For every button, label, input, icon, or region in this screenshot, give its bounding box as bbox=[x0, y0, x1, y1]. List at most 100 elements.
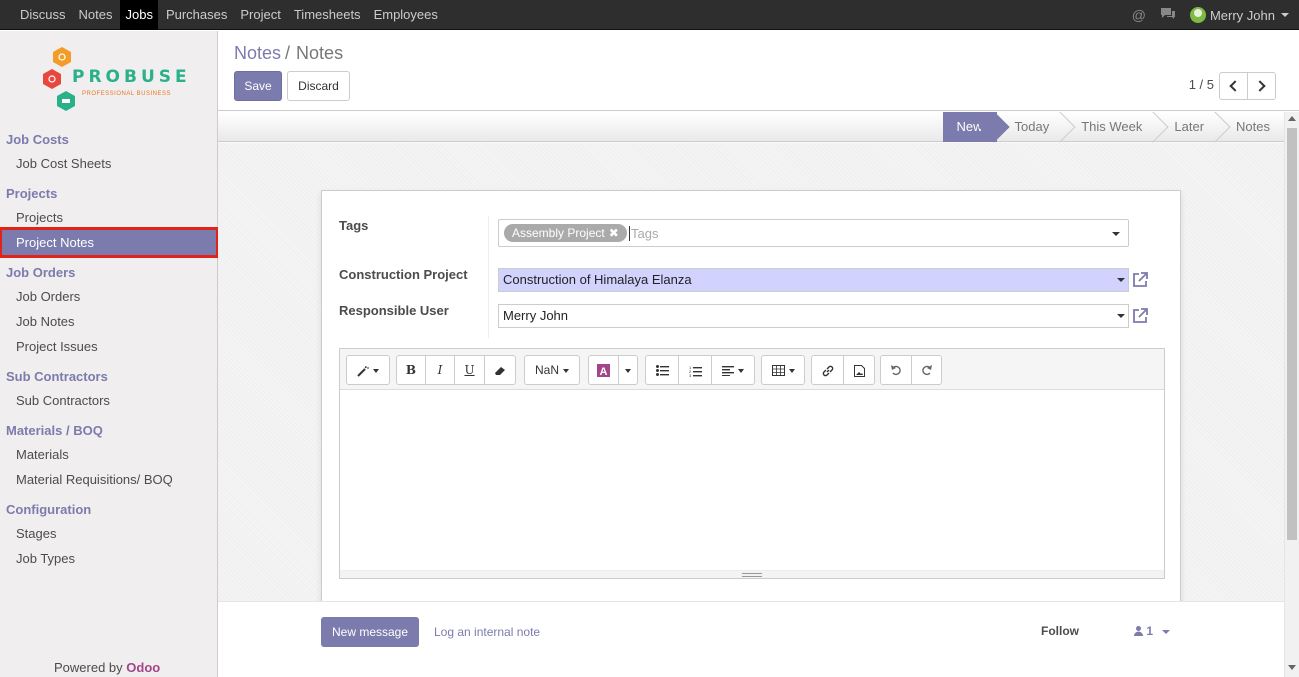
app-menu: Discuss Notes Jobs Purchases Project Tim… bbox=[15, 0, 446, 30]
scroll-down-icon[interactable] bbox=[1288, 665, 1296, 670]
align-left-icon bbox=[722, 365, 734, 376]
sidebar-item-materials[interactable]: Materials bbox=[0, 442, 218, 467]
construction-project-field[interactable]: Construction of Himalaya Elanza bbox=[498, 268, 1129, 292]
stage-notes[interactable]: Notes bbox=[1218, 112, 1284, 142]
stage-later[interactable]: Later bbox=[1156, 112, 1218, 142]
sidebar-item-material-requisitions[interactable]: Material Requisitions/ BOQ bbox=[0, 467, 218, 492]
at-icon[interactable]: @ bbox=[1132, 7, 1146, 23]
underline-button[interactable]: U bbox=[454, 355, 485, 385]
menu-notes[interactable]: Notes bbox=[74, 0, 118, 30]
odoo-link[interactable]: Odoo bbox=[126, 660, 160, 675]
sidebar-item-projects[interactable]: Projects bbox=[0, 205, 218, 230]
font-size-value: NaN bbox=[534, 363, 559, 377]
chevron-down-icon bbox=[1162, 629, 1171, 634]
caret-down-icon[interactable] bbox=[1112, 232, 1120, 236]
font-size-button[interactable]: NaN bbox=[524, 355, 580, 385]
numbered-list-button[interactable]: 123 bbox=[678, 355, 712, 385]
tags-input[interactable]: Tags bbox=[629, 226, 658, 241]
italic-button[interactable]: I bbox=[425, 355, 455, 385]
font-color-icon: A bbox=[597, 364, 610, 378]
save-button[interactable]: Save bbox=[234, 71, 282, 101]
sidebar-item-project-issues[interactable]: Project Issues bbox=[0, 334, 218, 359]
sidebar-item-project-notes[interactable]: Project Notes bbox=[0, 227, 219, 258]
svg-text:3: 3 bbox=[689, 373, 692, 377]
caret-down-icon[interactable] bbox=[1117, 314, 1125, 318]
eraser-button[interactable] bbox=[484, 355, 516, 385]
stage-new[interactable]: New bbox=[942, 112, 997, 142]
responsible-user-value: Merry John bbox=[503, 308, 569, 323]
scroll-up-icon[interactable] bbox=[1288, 116, 1296, 121]
sidebar: PROBUSE PROFESSIONAL BUSINESS Job Costs … bbox=[0, 31, 219, 677]
responsible-user-label: Responsible User bbox=[339, 303, 449, 318]
pager-next-button[interactable] bbox=[1247, 72, 1276, 100]
sidebar-item-sub-contractors[interactable]: Sub Contractors bbox=[0, 388, 218, 413]
link-icon bbox=[822, 365, 833, 377]
paragraph-align-button[interactable] bbox=[711, 355, 755, 385]
breadcrumb-parent[interactable]: Notes bbox=[234, 43, 281, 63]
undo-button[interactable] bbox=[880, 355, 912, 385]
follow-button[interactable]: Follow bbox=[1041, 624, 1079, 638]
breadcrumb-separator: / bbox=[285, 43, 291, 63]
insert-image-button[interactable] bbox=[843, 355, 875, 385]
user-icon bbox=[1134, 626, 1143, 636]
menu-timesheets[interactable]: Timesheets bbox=[289, 0, 366, 30]
section-sub-contractors: Sub Contractors bbox=[6, 369, 108, 384]
external-link-icon[interactable] bbox=[1131, 271, 1149, 289]
responsible-user-field[interactable]: Merry John bbox=[498, 304, 1129, 328]
menu-purchases[interactable]: Purchases bbox=[161, 0, 232, 30]
sidebar-item-job-cost-sheets[interactable]: Job Cost Sheets bbox=[0, 151, 218, 176]
tags-field[interactable]: Assembly Project ✖ Tags bbox=[498, 219, 1129, 247]
section-job-orders: Job Orders bbox=[6, 265, 76, 280]
followers-button[interactable]: 1 bbox=[1134, 624, 1171, 638]
construction-project-label: Construction Project bbox=[339, 267, 468, 282]
bullet-list-button[interactable] bbox=[645, 355, 679, 385]
note-content-area[interactable] bbox=[340, 390, 1164, 570]
bold-button[interactable]: B bbox=[396, 355, 426, 385]
breadcrumb-current: Notes bbox=[296, 43, 344, 63]
magic-wand-icon bbox=[357, 365, 369, 377]
user-menu[interactable]: Merry John bbox=[1210, 8, 1275, 23]
editor-resize-handle[interactable] bbox=[340, 570, 1164, 578]
chevron-left-icon bbox=[1229, 80, 1241, 92]
svg-text:A: A bbox=[600, 366, 608, 377]
log-note-link[interactable]: Log an internal note bbox=[434, 625, 540, 639]
page-scrollbar[interactable] bbox=[1284, 112, 1299, 677]
chevron-down-icon[interactable] bbox=[1281, 13, 1289, 17]
sidebar-item-job-orders[interactable]: Job Orders bbox=[0, 284, 218, 309]
sidebar-item-job-notes[interactable]: Job Notes bbox=[0, 309, 218, 334]
company-logo[interactable]: PROBUSE PROFESSIONAL BUSINESS bbox=[40, 45, 187, 117]
style-button[interactable] bbox=[346, 355, 390, 385]
caret-down-icon[interactable] bbox=[1117, 278, 1125, 282]
text-color-dropdown[interactable] bbox=[618, 355, 638, 385]
text-color-button[interactable]: A bbox=[588, 355, 619, 385]
user-avatar[interactable] bbox=[1189, 7, 1206, 23]
chatter: New message Log an internal note Follow … bbox=[218, 601, 1284, 677]
section-materials-boq: Materials / BOQ bbox=[6, 423, 103, 438]
menu-discuss[interactable]: Discuss bbox=[15, 0, 71, 30]
followers-count: 1 bbox=[1146, 624, 1154, 638]
menu-jobs[interactable]: Jobs bbox=[120, 0, 158, 30]
remove-tag-icon[interactable]: ✖ bbox=[609, 226, 619, 240]
stage-this-week[interactable]: This Week bbox=[1063, 112, 1156, 142]
discard-button[interactable]: Discard bbox=[287, 71, 350, 101]
tag-label: Assembly Project bbox=[512, 226, 605, 240]
redo-button[interactable] bbox=[911, 355, 942, 385]
sidebar-item-stages[interactable]: Stages bbox=[0, 521, 218, 546]
stage-pipeline: New Today This Week Later Notes bbox=[942, 112, 1285, 142]
powered-by-text: Powered by bbox=[54, 660, 123, 675]
status-bar: New Today This Week Later Notes bbox=[218, 112, 1284, 142]
table-button[interactable] bbox=[761, 355, 805, 385]
scroll-thumb[interactable] bbox=[1287, 128, 1297, 540]
numbered-list-icon: 123 bbox=[689, 365, 702, 378]
tag-badge: Assembly Project ✖ bbox=[504, 224, 627, 242]
pager-previous-button[interactable] bbox=[1219, 72, 1248, 100]
menu-project[interactable]: Project bbox=[235, 0, 285, 30]
logo-tagline: PROFESSIONAL BUSINESS bbox=[82, 91, 171, 97]
insert-link-button[interactable] bbox=[811, 355, 844, 385]
menu-employees[interactable]: Employees bbox=[369, 0, 443, 30]
chat-icon[interactable] bbox=[1160, 7, 1176, 23]
undo-icon bbox=[890, 365, 901, 376]
sidebar-item-job-types[interactable]: Job Types bbox=[0, 546, 218, 571]
external-link-icon[interactable] bbox=[1131, 307, 1149, 325]
new-message-button[interactable]: New message bbox=[321, 617, 419, 647]
